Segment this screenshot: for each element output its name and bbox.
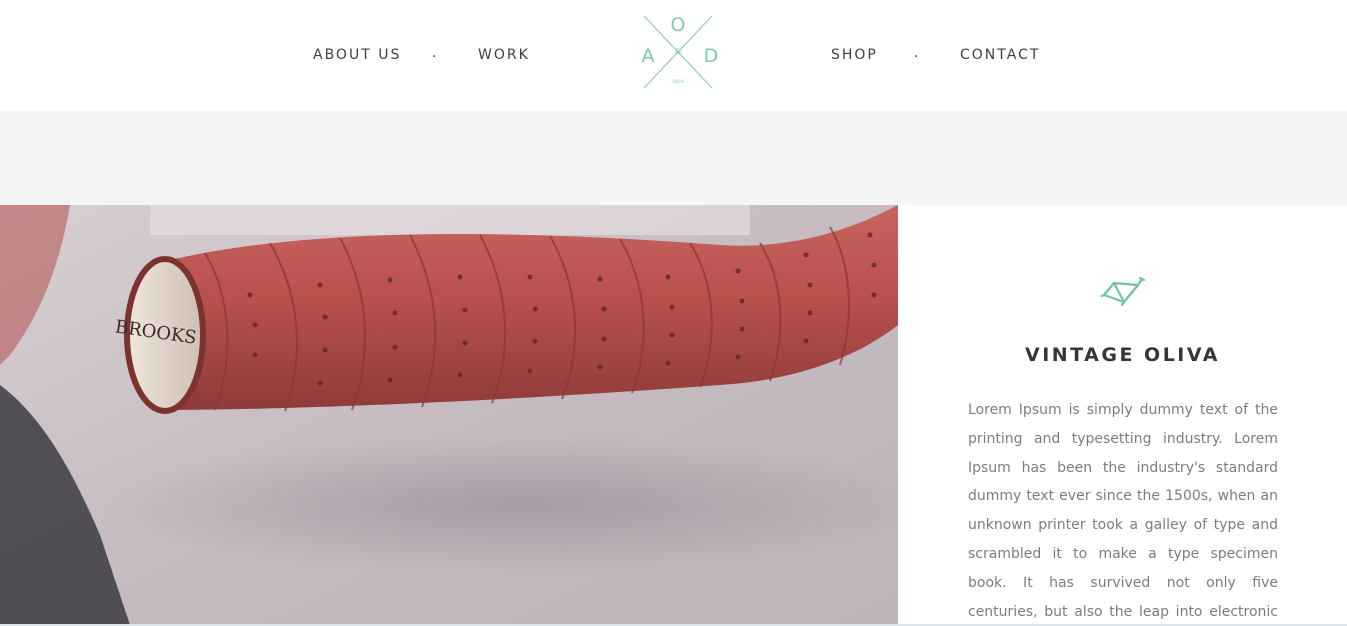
logo-ampersand: & — [675, 47, 681, 56]
nav-about-us[interactable]: ABOUT US — [313, 46, 401, 64]
logo-letter-a: A — [642, 45, 655, 67]
feature-title: VINTAGE OLIVA — [1024, 344, 1220, 366]
logo-letter-d: D — [704, 45, 719, 67]
nav-separator: . — [914, 45, 919, 61]
grey-banner — [0, 111, 1347, 205]
logo[interactable]: O A & D 100% — [636, 10, 722, 92]
handlebar-photo: BROOKS — [0, 205, 898, 625]
logo-small-text: 100% — [672, 79, 684, 84]
site-header: ABOUT US . WORK O A & D 100% SHOP . CONT… — [0, 0, 1347, 111]
feature-description: Lorem Ipsum is simply dummy text of the … — [968, 402, 1278, 620]
logo-mark-icon: O A & D 100% — [642, 14, 719, 89]
nav-separator: . — [432, 45, 437, 61]
handlebar-illustration: BROOKS — [0, 205, 898, 625]
feature-panel: VINTAGE OLIVA Lorem Ipsum is simply dumm… — [898, 205, 1347, 625]
bike-frame-icon — [1100, 275, 1146, 307]
nav-work[interactable]: WORK — [478, 46, 530, 64]
logo-letter-o: O — [671, 14, 686, 36]
nav-shop[interactable]: SHOP — [831, 46, 878, 64]
nav-contact[interactable]: CONTACT — [960, 46, 1040, 64]
